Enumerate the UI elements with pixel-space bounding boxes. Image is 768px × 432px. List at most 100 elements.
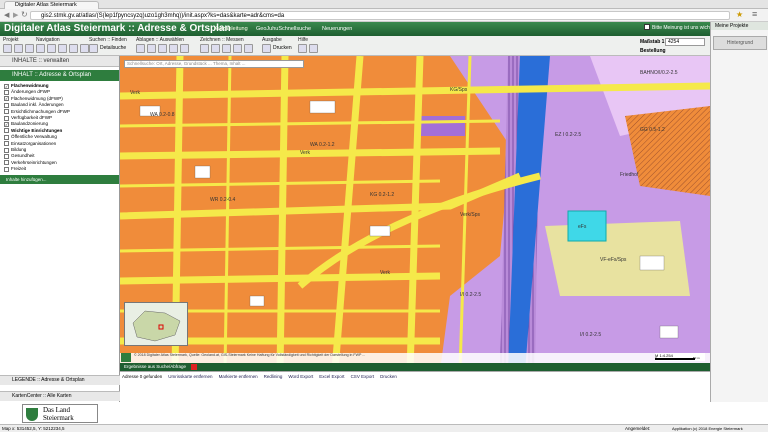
export-icon[interactable]	[262, 44, 271, 53]
building	[659, 325, 679, 339]
layer-checkbox[interactable]	[4, 147, 9, 153]
layer-checkbox[interactable]: ✓	[4, 122, 9, 128]
menu-kurzanleitung[interactable]: Kurzanleitung	[214, 26, 248, 32]
results-panel-title: Ergebnisse aus Suche/Abfrage	[124, 364, 187, 369]
feedback-checkbox[interactable]	[644, 24, 650, 30]
layer-item[interactable]: Freizeit	[4, 166, 119, 172]
inhalt-header[interactable]: INHALT :: Adresse & Ortsplan	[0, 70, 119, 81]
map-label: WR 0.2-0.4	[210, 197, 236, 203]
delete-drawing-icon[interactable]	[244, 44, 253, 53]
action-button[interactable]: Excel Export	[319, 374, 344, 379]
bookmark-star-icon[interactable]: ★	[736, 10, 743, 19]
layer-checkbox[interactable]	[4, 102, 9, 108]
layer-checkbox[interactable]	[4, 134, 9, 140]
massstab-input[interactable]: 4254	[665, 38, 705, 46]
draw-line-icon[interactable]	[211, 44, 220, 53]
group-hilfe: Hilfe	[298, 37, 309, 43]
menu-icon[interactable]: ≡	[752, 9, 757, 19]
action-button[interactable]: Word Export	[288, 374, 313, 379]
map-attribution: © 2018 Digitaler Atlas Steiermark, Quell…	[120, 353, 710, 363]
close-results-icon[interactable]	[191, 363, 198, 370]
zoning-map[interactable]: WA 0.2-0.8 WA 0.2-1.2 WR 0.2-0.4 KG 0.2-…	[120, 56, 710, 371]
overview-map[interactable]	[124, 302, 188, 346]
results-panel-header[interactable]: Ergebnisse aus Suche/Abfrage	[120, 363, 710, 371]
main-toolbar: Projekt Navigation Suchen :: Finden Deta…	[0, 36, 768, 56]
hilfe-tools	[298, 44, 318, 54]
search-icon[interactable]	[89, 44, 98, 53]
inhalte-hinzufuegen-button[interactable]: Inhalte hinzufügen...	[0, 175, 119, 185]
building	[194, 165, 211, 179]
building	[639, 255, 665, 271]
action-button[interactable]: Drucken	[380, 374, 397, 379]
inhalte-verwalten-header[interactable]: INHALTE :: verwalten	[0, 56, 119, 67]
help-icon[interactable]	[298, 44, 307, 53]
map-label: I/I 0.2-2.5	[460, 292, 481, 298]
zoom-in-icon[interactable]	[47, 44, 56, 53]
layer-checkbox[interactable]	[4, 115, 9, 121]
layer-checkbox[interactable]	[4, 153, 9, 159]
forward-icon[interactable]: ▶	[13, 11, 18, 19]
clear-selection-icon[interactable]	[180, 44, 189, 53]
layer-checkbox[interactable]	[4, 166, 9, 172]
pan-icon[interactable]	[36, 44, 45, 53]
draw-polygon-icon[interactable]	[222, 44, 231, 53]
action-button[interactable]: Umrisskarte entfernen	[168, 374, 212, 379]
layer-checkbox[interactable]	[4, 160, 9, 166]
map-label: I/I 0.2-2.5	[580, 332, 601, 338]
layer-checkbox[interactable]: ✓	[4, 96, 9, 102]
map-label: GG 0.5-1.2	[640, 127, 665, 133]
info-icon[interactable]	[136, 44, 145, 53]
layer-checkbox[interactable]	[4, 90, 9, 96]
logo-line2: Steiermark	[43, 414, 74, 422]
layer-checkbox[interactable]	[4, 109, 9, 115]
ausgabe-tools: Drucken	[262, 44, 292, 54]
print-icon[interactable]	[25, 44, 34, 53]
feedback-text[interactable]: Bitte Meinung ist uns wichtig!	[652, 25, 716, 31]
menu-schnellsuche[interactable]: GeoJuhuSchnellsuche	[256, 26, 311, 32]
status-bar: Map x: 531452,5, Y: 5212234,5 Angemeldet…	[0, 424, 768, 432]
abfragen-tools	[136, 44, 189, 54]
layer-checkbox[interactable]: ✓	[4, 83, 9, 89]
road-7	[276, 56, 289, 371]
map-view[interactable]: WA 0.2-0.8 WA 0.2-1.2 WR 0.2-0.4 KG 0.2-…	[120, 56, 710, 371]
coords-readout: Map x: 531452,5, Y: 5212234,5	[2, 426, 65, 431]
zoom-extent-icon[interactable]	[69, 44, 78, 53]
reload-icon[interactable]: ↻	[21, 10, 28, 19]
hintergrund-button[interactable]: Hintergrund	[713, 36, 767, 50]
action-button[interactable]: CSV Export	[351, 374, 375, 379]
draw-point-icon[interactable]	[200, 44, 209, 53]
group-zeichnen: Zeichnen :: Messen	[200, 37, 244, 43]
map-label: Verk/Sps	[460, 212, 481, 218]
layer-checkbox[interactable]	[4, 128, 9, 134]
action-button[interactable]: Redlining	[264, 374, 283, 379]
home-icon[interactable]	[80, 44, 89, 53]
menu-neuerungen[interactable]: Neuerungen	[322, 26, 352, 32]
map-search-input[interactable]: Schnellsuche: Ort, Adresse, Grundstück .…	[124, 60, 304, 68]
action-button[interactable]: Markierte entfernen	[219, 374, 258, 379]
select-polygon-icon[interactable]	[169, 44, 178, 53]
land-steiermark-logo: Das Land Steiermark	[22, 404, 98, 423]
open-icon[interactable]	[14, 44, 23, 53]
scale-right: 50 m	[693, 356, 700, 360]
about-icon[interactable]	[309, 44, 318, 53]
save-icon[interactable]	[3, 44, 12, 53]
map-label: Verk	[300, 150, 311, 156]
group-ausgabe: Ausgabe	[262, 37, 282, 43]
address-bar[interactable]: gis2.stmk.gv.at/atlas/(S(lep1fpyncsyzq)u…	[30, 11, 730, 20]
meine-projekte-header[interactable]: Meine Projekte	[711, 22, 768, 30]
browser-toolbar: ◀ ▶ ↻ gis2.stmk.gv.at/atlas/(S(lep1fpync…	[0, 9, 768, 22]
zoom-out-icon[interactable]	[58, 44, 67, 53]
bestellung-link[interactable]: Bestellung	[640, 48, 666, 54]
drucken-button[interactable]: Drucken	[273, 44, 292, 54]
measure-icon[interactable]	[233, 44, 242, 53]
kartencenter-header[interactable]: KartenCenter :: Alle Karten	[0, 391, 120, 401]
select-icon[interactable]	[147, 44, 156, 53]
browser-title-bar: Digitaler Atlas Steiermark	[0, 0, 768, 9]
browser-tab[interactable]: Digitaler Atlas Steiermark	[4, 1, 99, 9]
legende-header[interactable]: LEGENDE :: Adresse & Ortsplan	[0, 375, 120, 385]
detailsuche-button[interactable]: Detailsuche	[100, 44, 126, 54]
select-rect-icon[interactable]	[158, 44, 167, 53]
layer-checkbox[interactable]	[4, 141, 9, 147]
angemeldet-text: Angemeldet:	[625, 426, 651, 431]
back-icon[interactable]: ◀	[4, 11, 9, 19]
